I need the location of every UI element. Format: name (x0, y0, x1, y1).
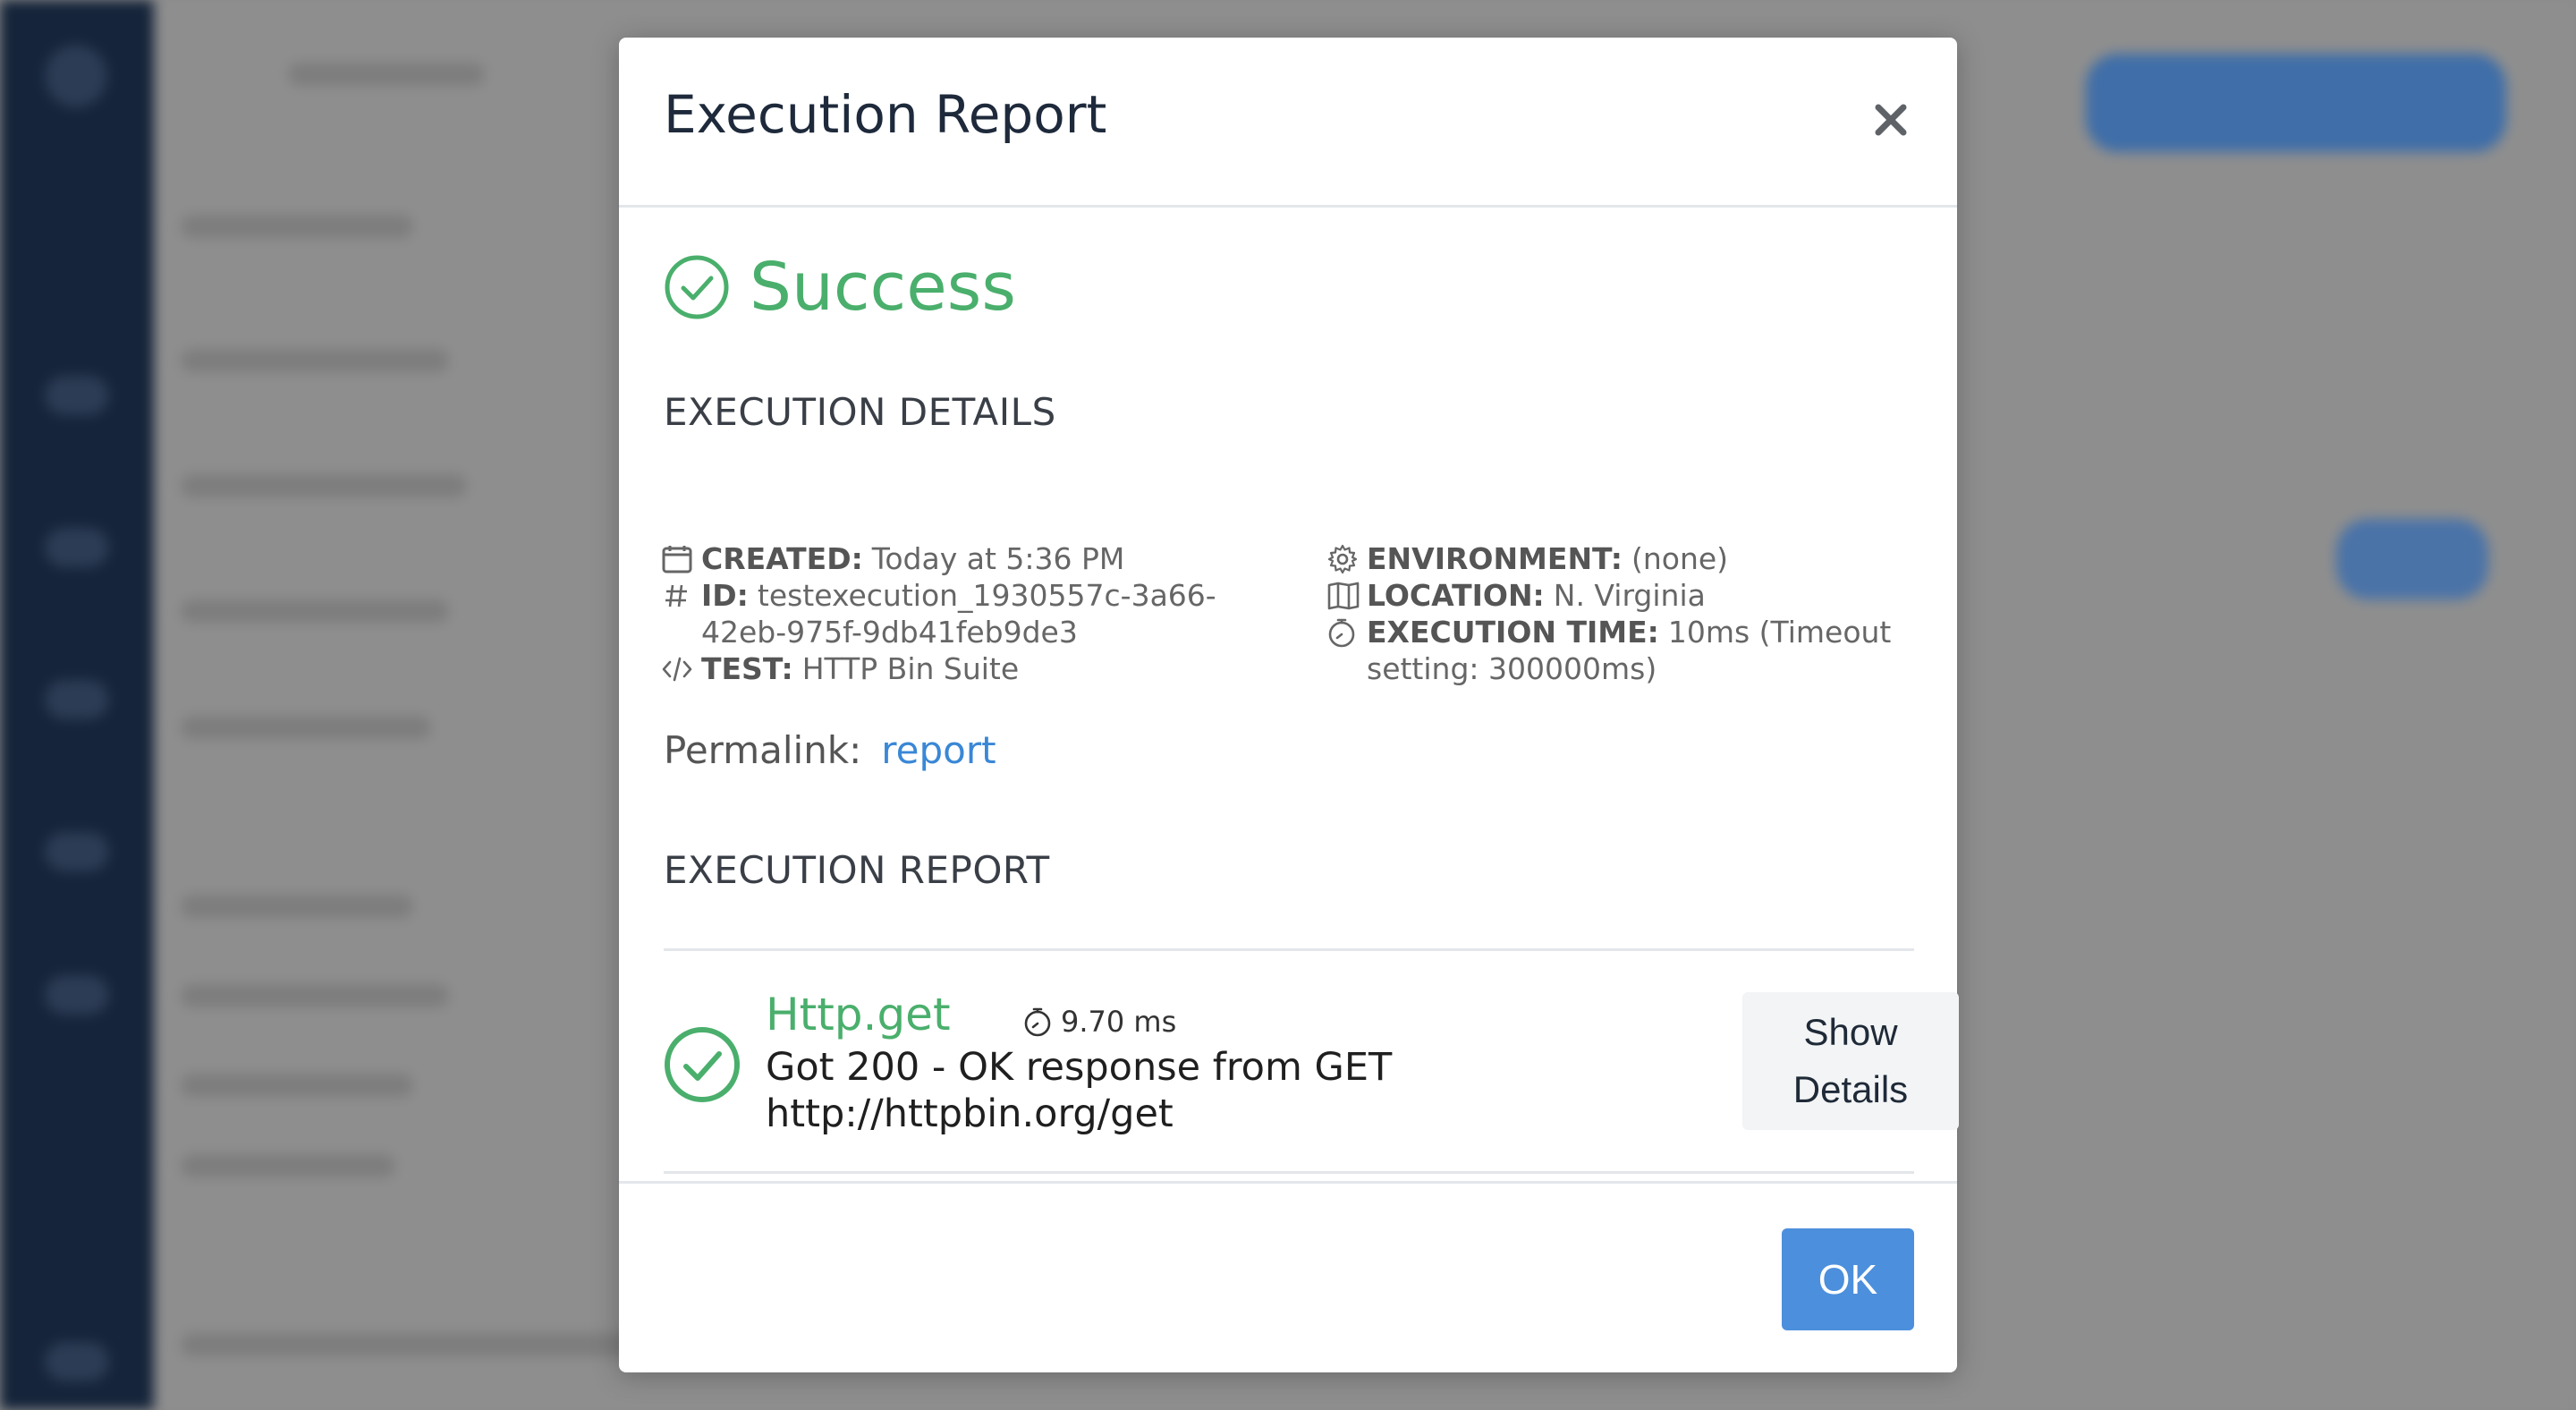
map-icon (1327, 582, 1360, 609)
check-circle-icon (665, 255, 729, 319)
detail-key: LOCATION: (1367, 578, 1545, 613)
background-logo (45, 45, 107, 107)
background-text (181, 349, 449, 372)
code-icon (662, 657, 692, 681)
background-nav-item (45, 528, 109, 567)
background-text (181, 895, 413, 918)
ok-button[interactable]: OK (1782, 1228, 1914, 1330)
details-right-column: ENVIRONMENT: (none) LOCATION: N. Virginia … (1327, 540, 1900, 687)
step-message: Got 200 - OK response from GET http://ht… (766, 1045, 1393, 1136)
execution-details-heading: EXECUTION DETAILS (664, 390, 1056, 434)
background-button (2336, 519, 2488, 599)
stopwatch-icon (1024, 1007, 1051, 1037)
stopwatch-icon (1328, 618, 1355, 647)
detail-environment: ENVIRONMENT: (none) (1327, 540, 1900, 577)
background-nav-item (45, 376, 109, 415)
execution-report-modal: Execution Report Success EXECUTION DETAI… (619, 38, 1959, 1372)
background-text (181, 984, 449, 1007)
show-details-button[interactable]: Show Details (1742, 992, 1959, 1130)
hash-icon (665, 584, 687, 607)
status-indicator: Success (664, 249, 1016, 326)
detail-value: testexecution_1930557c-3a66-42eb-975f-9d… (701, 578, 1216, 650)
detail-location: LOCATION: N. Virginia (1327, 577, 1900, 614)
permalink-label: Permalink: (664, 728, 862, 772)
detail-value: HTTP Bin Suite (801, 651, 1020, 686)
background-primary-button (2086, 54, 2506, 152)
background-text (181, 599, 449, 623)
status-label: Success (750, 249, 1016, 326)
step-duration-value: 9.70 ms (1061, 1005, 1177, 1039)
modal-header: Execution Report (619, 38, 1957, 208)
background-text (181, 1154, 395, 1177)
detail-created: CREATED: Today at 5:36 PM (662, 540, 1234, 577)
step-name: Http.get (766, 989, 951, 1041)
detail-value: Today at 5:36 PM (871, 541, 1125, 576)
background-text (181, 215, 413, 238)
background-sidebar (0, 0, 154, 1410)
background-nav-item (45, 832, 109, 871)
calendar-icon (662, 545, 692, 573)
modal-title: Execution Report (664, 84, 1107, 145)
background-text (181, 716, 431, 739)
gear-icon (1327, 544, 1358, 573)
detail-id: ID: testexecution_1930557c-3a66-42eb-975f… (662, 577, 1234, 650)
background-nav-item (45, 1342, 109, 1381)
check-circle-icon (665, 1027, 740, 1102)
step-duration: 9.70 ms (1023, 1005, 1176, 1039)
detail-test: TEST: HTTP Bin Suite (662, 650, 1234, 687)
execution-report-heading: EXECUTION REPORT (664, 848, 1050, 892)
details-left-column: CREATED: Today at 5:36 PM ID: testexecutio… (662, 540, 1234, 687)
detail-value: N. Virginia (1553, 578, 1706, 613)
detail-value: (none) (1631, 541, 1729, 576)
background-nav-item (45, 680, 109, 719)
detail-key: ID: (701, 578, 749, 613)
detail-execution-time: EXECUTION TIME: 10ms (Timeout setting: 30… (1327, 614, 1900, 687)
detail-key: ENVIRONMENT: (1367, 541, 1623, 576)
modal-footer: OK (619, 1181, 1957, 1372)
report-step-row: Http.get 9.70 ms Got 200 - OK response f… (664, 948, 1959, 1174)
background-nav-item (45, 975, 109, 1015)
detail-key: TEST: (701, 651, 793, 686)
permalink-report-link[interactable]: report (881, 728, 996, 772)
background-text (181, 474, 467, 497)
background-text (181, 1074, 413, 1097)
background-text (288, 63, 485, 86)
close-icon (1875, 104, 1907, 136)
permalink-row: Permalink: report (664, 728, 996, 772)
detail-key: CREATED: (701, 541, 863, 576)
close-button[interactable] (1864, 93, 1918, 147)
detail-key: EXECUTION TIME: (1367, 615, 1659, 650)
